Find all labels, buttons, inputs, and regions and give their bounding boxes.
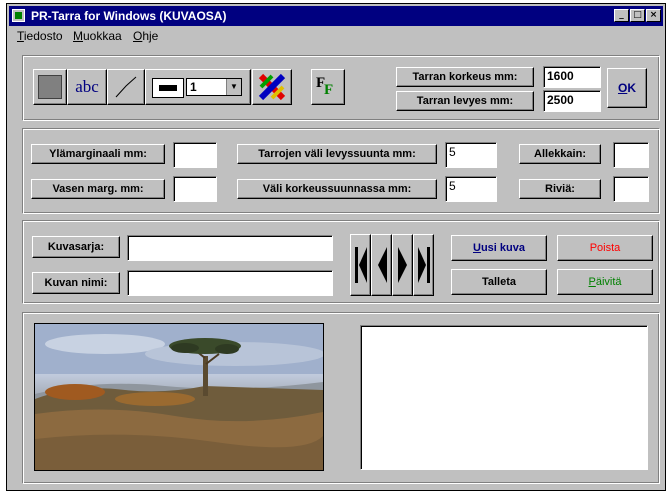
line-tool-button[interactable] [107,69,145,105]
last-icon [417,247,430,283]
menu-bar: Tiedosto Muokkaa Ohje [9,27,663,45]
window-title: PR-Tarra for Windows (KUVAOSA) [31,9,227,23]
label-width-label: Tarran levyes mm: [396,91,534,111]
chevron-down-icon[interactable]: ▼ [226,79,241,95]
minimize-button[interactable]: _ [614,9,629,22]
horizontal-gap-label: Tarrojen väli levyssuunta mm: [237,144,437,164]
line-width-select[interactable]: 1 ▼ [186,78,242,96]
ok-label: OK [617,81,636,95]
title-bar: PR-Tarra for Windows (KUVAOSA) _ □ × [9,6,663,26]
next-icon [397,247,407,283]
ok-button[interactable]: OK [607,68,647,108]
series-field[interactable] [127,235,333,261]
line-width-value: 1 [190,80,197,94]
label-width-field[interactable]: 2500 [543,90,601,112]
rows-field[interactable] [613,176,649,202]
rows-label: Riviä: [519,179,601,199]
series-label: Kuvasarja: [32,236,120,258]
line-width-group: 1 ▼ [145,69,251,105]
margins-panel: Ylämarginaali mm: Vasen marg. mm: Tarroj… [22,128,660,214]
landscape-image [34,323,324,471]
menu-ohje[interactable]: Ohje [133,29,158,43]
vertical-gap-label: Väli korkeussuunnassa mm: [237,179,437,199]
app-window: PR-Tarra for Windows (KUVAOSA) _ □ × Tie… [6,3,666,491]
columns-label: Allekkain: [519,144,601,164]
image-panel: Kuvasarja: Kuvan nimi: Uusi kuva Poista … [22,220,660,304]
close-button[interactable]: × [646,9,661,22]
save-label: Talleta [481,276,517,288]
font-icon: F F [316,75,334,98]
line-icon [115,76,137,98]
first-record-button[interactable] [350,234,371,296]
record-navigator [350,234,434,296]
line-width-preview [152,78,184,98]
left-margin-field[interactable] [173,176,217,202]
new-image-label: Uusi kuva [473,242,525,254]
top-margin-field[interactable] [173,142,217,168]
columns-field[interactable] [613,142,649,168]
preview-panel [22,312,660,484]
image-name-field[interactable] [127,270,333,296]
menu-tiedosto[interactable]: Tiedosto [17,29,63,43]
horizontal-gap-field[interactable]: 5 [445,142,497,168]
delete-button[interactable]: Poista [557,235,653,261]
label-height-label: Tarran korkeus mm: [396,67,534,87]
color-palette-button[interactable] [252,69,292,105]
first-icon [354,247,367,283]
previous-icon [377,247,387,283]
toolbar-panel: abc 1 ▼ F F Tarran korkeus mm: Tarran le… [22,55,660,121]
label-preview-area[interactable] [360,325,648,470]
save-button[interactable]: Talleta [451,269,547,295]
palette-icon [258,73,286,101]
maximize-button[interactable]: □ [630,9,645,22]
delete-label: Poista [589,242,621,254]
image-name-label: Kuvan nimi: [32,272,120,294]
fill-color-button[interactable] [33,69,67,105]
update-button[interactable]: Päivitä [557,269,653,295]
next-record-button[interactable] [392,234,413,296]
vertical-gap-field[interactable]: 5 [445,176,497,202]
font-button[interactable]: F F [311,69,345,105]
menu-muokkaa[interactable]: Muokkaa [73,29,122,43]
fill-color-icon [38,75,62,99]
previous-record-button[interactable] [371,234,392,296]
label-height-field[interactable]: 1600 [543,66,601,88]
top-margin-label: Ylämarginaali mm: [31,144,165,164]
update-label: Päivitä [588,276,622,288]
text-tool-button[interactable]: abc [67,69,107,105]
left-margin-label: Vasen marg. mm: [31,179,165,199]
new-image-button[interactable]: Uusi kuva [451,235,547,261]
last-record-button[interactable] [413,234,434,296]
app-icon[interactable] [12,9,25,22]
